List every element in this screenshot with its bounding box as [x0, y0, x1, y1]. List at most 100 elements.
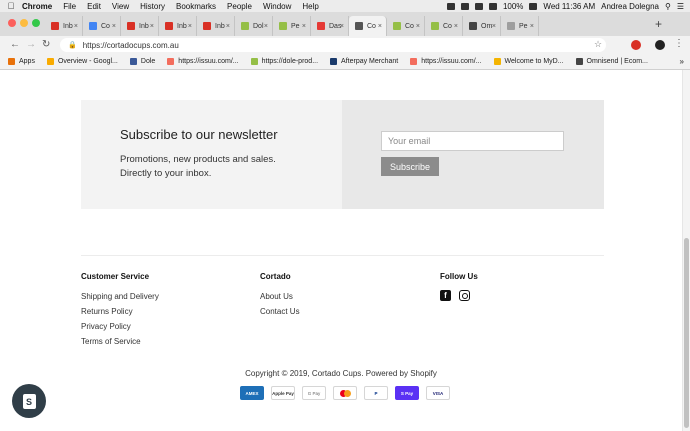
bookmark-item[interactable]: Overview - Googl...	[46, 58, 118, 65]
url-text[interactable]: https://cortadocups.com.au	[83, 41, 179, 50]
apple-pay-icon: Apple Pay	[271, 386, 295, 400]
menu-file[interactable]: File	[63, 2, 76, 11]
tab-favicon-icon	[469, 22, 477, 30]
address-bar[interactable]: 🔒 https://cortadocups.com.au	[60, 38, 606, 52]
extension-icon[interactable]	[655, 40, 665, 50]
shipping-link[interactable]: Shipping and Delivery	[81, 292, 159, 301]
tab-close-icon[interactable]: ×	[264, 23, 268, 30]
menu-window[interactable]: Window	[263, 2, 291, 11]
tab-label: Inb	[63, 22, 73, 30]
tab-close-icon[interactable]: ×	[188, 23, 192, 30]
tab-close-icon[interactable]: ×	[454, 23, 458, 30]
privacy-link[interactable]: Privacy Policy	[81, 322, 159, 331]
menu-chrome[interactable]: Chrome	[22, 2, 52, 11]
close-window-button[interactable]	[8, 19, 16, 27]
chrome-menu-icon[interactable]: ⋮	[674, 38, 684, 49]
browser-tab[interactable]: Pe ×	[501, 16, 539, 36]
minimize-window-button[interactable]	[20, 19, 28, 27]
tab-favicon-icon	[317, 22, 325, 30]
bookmark-star-icon[interactable]: ☆	[594, 39, 602, 50]
menu-edit[interactable]: Edit	[87, 2, 101, 11]
bookmark-item[interactable]: Welcome to MyD...	[493, 58, 564, 65]
fullscreen-window-button[interactable]	[32, 19, 40, 27]
browser-tab[interactable]: Das ×	[311, 16, 349, 36]
browser-tab[interactable]: Inb ×	[159, 16, 197, 36]
footer-divider	[81, 255, 604, 256]
menu-people[interactable]: People	[227, 2, 252, 11]
contact-link[interactable]: Contact Us	[260, 307, 300, 316]
bookmark-item[interactable]: Afterpay Merchant	[330, 58, 398, 65]
bookmark-favicon-icon	[8, 58, 15, 65]
apple-icon[interactable]: 	[0, 1, 22, 11]
status-area: 100% Wed 11:36 AM Andrea Dolegna ⚲ ☰	[446, 0, 684, 12]
about-link[interactable]: About Us	[260, 292, 300, 301]
shopify-chat-badge[interactable]: S	[12, 384, 46, 418]
menu-history[interactable]: History	[140, 2, 165, 11]
status-icon[interactable]	[474, 2, 483, 10]
tab-favicon-icon	[431, 22, 439, 30]
menu-bookmarks[interactable]: Bookmarks	[176, 2, 216, 11]
bookmark-item[interactable]: Omnisend | Ecom...	[575, 58, 648, 65]
tab-close-icon[interactable]: ×	[112, 23, 116, 30]
tab-close-icon[interactable]: ×	[74, 23, 78, 30]
battery-percent[interactable]: 100%	[503, 2, 523, 11]
bookmarks-overflow-button[interactable]: »	[680, 57, 684, 66]
returns-link[interactable]: Returns Policy	[81, 307, 159, 316]
clock[interactable]: Wed 11:36 AM	[543, 2, 595, 11]
user-name[interactable]: Andrea Dolegna	[601, 2, 659, 11]
tab-close-icon[interactable]: ×	[416, 23, 420, 30]
tab-close-icon[interactable]: ×	[302, 23, 306, 30]
email-field[interactable]	[381, 131, 564, 151]
browser-tab[interactable]: Co ×	[83, 16, 121, 36]
facebook-icon[interactable]: f	[440, 290, 451, 301]
bookmark-label: Apps	[19, 58, 35, 65]
bookmark-item[interactable]: https://issuu.com/...	[410, 58, 482, 65]
browser-tab[interactable]: Inb ×	[197, 16, 235, 36]
reload-icon[interactable]: ↻	[42, 39, 50, 50]
subscribe-button[interactable]: Subscribe	[381, 157, 439, 176]
status-icon[interactable]	[460, 2, 469, 10]
terms-link[interactable]: Terms of Service	[81, 337, 159, 346]
browser-tab[interactable]: Inb ×	[45, 16, 83, 36]
browser-tab[interactable]: Dol ×	[235, 16, 273, 36]
bookmark-item[interactable]: https://issuu.com/...	[167, 58, 239, 65]
tab-close-icon[interactable]: ×	[150, 23, 154, 30]
lock-icon[interactable]: 🔒	[68, 41, 77, 49]
adblock-extension-icon[interactable]	[631, 40, 641, 50]
list-icon[interactable]: ☰	[677, 2, 684, 11]
menu-view[interactable]: View	[112, 2, 129, 11]
tab-close-icon[interactable]: ×	[340, 23, 344, 30]
scrollbar-thumb[interactable]	[684, 238, 689, 428]
browser-tab[interactable]: Pe ×	[273, 16, 311, 36]
wifi-icon[interactable]	[488, 2, 497, 10]
browser-tab[interactable]: Inb ×	[121, 16, 159, 36]
battery-icon[interactable]	[529, 2, 538, 10]
footer-cortado: Cortado About Us Contact Us	[260, 272, 300, 322]
browser-tab[interactable]: Co ×	[387, 16, 425, 36]
forward-icon[interactable]: →	[26, 39, 36, 50]
search-icon[interactable]: ⚲	[665, 2, 671, 11]
bookmark-favicon-icon	[493, 58, 501, 65]
bookmark-favicon-icon	[575, 58, 583, 65]
browser-tab[interactable]: Om ×	[463, 16, 501, 36]
back-icon[interactable]: ←	[10, 39, 20, 50]
bookmark-item[interactable]: https://dole-prod...	[250, 58, 318, 65]
new-tab-button[interactable]: +	[655, 17, 662, 31]
bookmark-favicon-icon	[330, 58, 338, 65]
browser-tab[interactable]: Co ×	[349, 16, 387, 36]
bookmark-item[interactable]: Dole	[129, 58, 155, 65]
tab-favicon-icon	[89, 22, 97, 30]
bookmark-item[interactable]: Apps	[8, 58, 35, 65]
tab-close-icon[interactable]: ×	[378, 23, 382, 30]
tab-label: Inb	[215, 22, 225, 30]
menu-help[interactable]: Help	[302, 2, 318, 11]
tab-close-icon[interactable]: ×	[226, 23, 230, 30]
browser-tab[interactable]: Co ×	[425, 16, 463, 36]
bookmark-label: https://issuu.com/...	[421, 58, 482, 65]
page-scrollbar[interactable]	[682, 70, 690, 431]
bookmark-favicon-icon	[167, 58, 175, 65]
instagram-icon[interactable]	[459, 290, 470, 301]
tab-close-icon[interactable]: ×	[530, 23, 534, 30]
status-icon[interactable]	[446, 2, 455, 10]
tab-close-icon[interactable]: ×	[492, 23, 496, 30]
